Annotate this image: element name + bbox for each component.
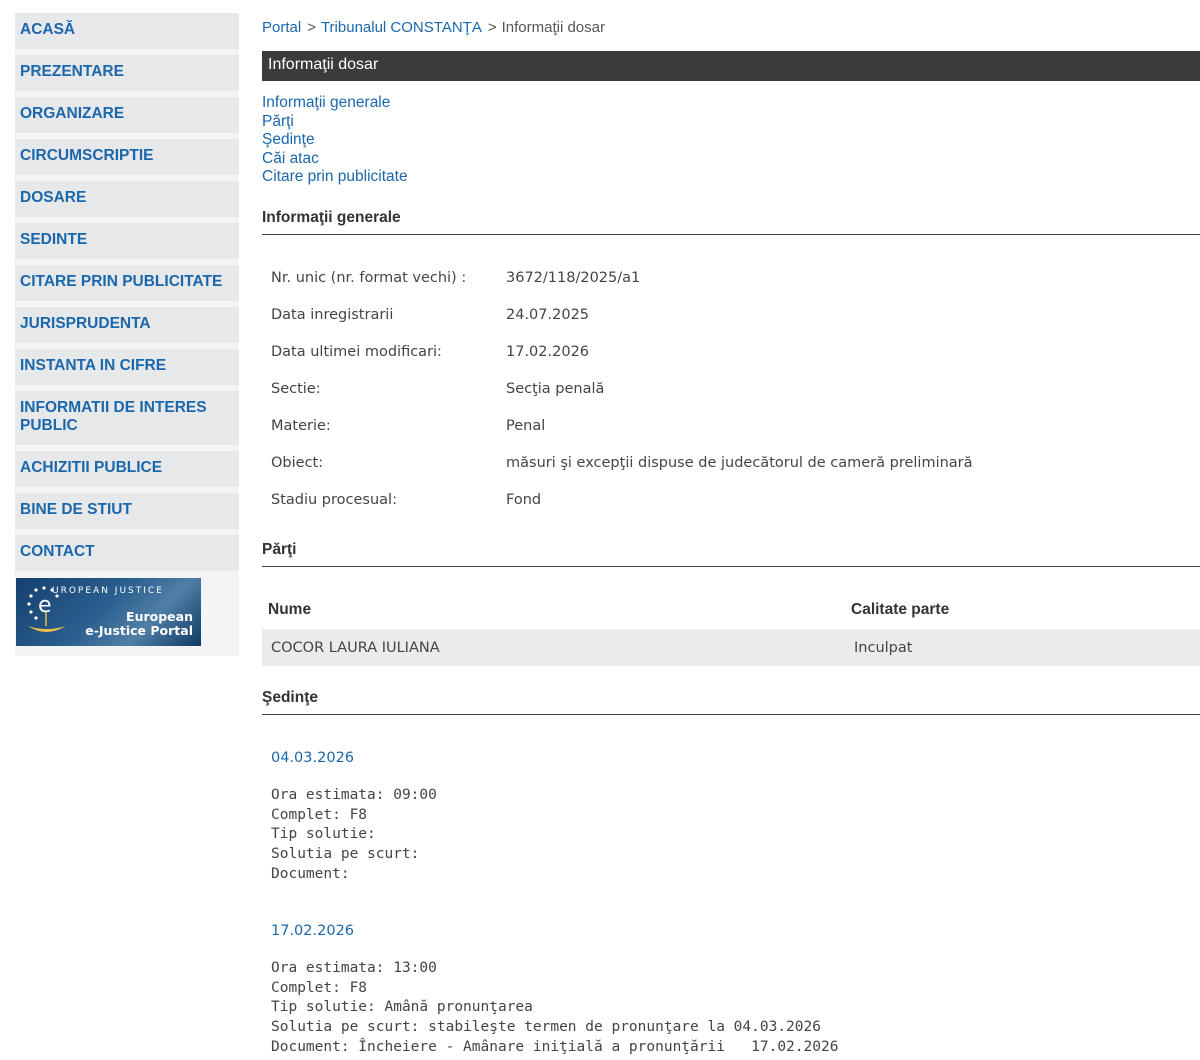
info-value: 24.07.2025 (506, 307, 590, 323)
info-value: Secţia penală (506, 381, 605, 397)
sidebar-item-sedinte[interactable]: SEDINTE (15, 223, 239, 259)
hearing-details: Ora estimata: 13:00 Complet: F8 Tip solu… (271, 959, 838, 1057)
info-label: Obiect: (271, 455, 324, 471)
hearing-detail-line: Complet: F8 (271, 979, 368, 996)
page-title: Informaţii dosar (262, 51, 1200, 81)
info-value: 17.02.2026 (506, 344, 590, 360)
info-label: Data inregistrarii (271, 307, 394, 323)
breadcrumb-current: Informaţii dosar (501, 19, 605, 36)
sidebar-item-dosare[interactable]: DOSARE (15, 181, 239, 217)
link-informatii-generale[interactable]: Informaţii generale (262, 94, 408, 113)
party-role: Inculpat (854, 640, 913, 656)
table-row: COCOR LAURA IULIANA Inculpat (262, 629, 1200, 666)
hearing-detail-line: Document: (271, 865, 350, 882)
hearing-detail-line: Tip solutie: (271, 826, 376, 843)
info-label: Stadiu procesual: (271, 492, 397, 508)
info-value: Fond (506, 492, 542, 508)
link-citare-prin-publicitate[interactable]: Citare prin publicitate (262, 168, 408, 187)
hearing-detail-line: Ora estimata: 09:00 (271, 787, 437, 803)
hearing-detail-line: Ora estimata: 13:00 (271, 960, 437, 976)
sidebar-item-prezentare[interactable]: PREZENTARE (15, 55, 239, 91)
link-cai-atac[interactable]: Căi atac (262, 150, 408, 169)
sidebar-item-citare-prin-publicitate[interactable]: CITARE PRIN PUBLICITATE (15, 265, 239, 301)
sidebar-item-circumscriptie[interactable]: CIRCUMSCRIPTIE (15, 139, 239, 175)
parties-column-role: Calitate parte (851, 601, 950, 618)
sidebar-item-acasa[interactable]: ACASĂ (15, 13, 239, 49)
link-sedinte[interactable]: Şedinţe (262, 131, 408, 150)
hearing-detail-line: Complet: F8 (271, 806, 368, 823)
breadcrumb-portal-link[interactable]: Portal (262, 19, 301, 36)
sidebar-item-instanta-in-cifre[interactable]: INSTANTA IN CIFRE (15, 349, 239, 385)
sidebar-item-achizitii-publice[interactable]: ACHIZITII PUBLICE (15, 451, 239, 487)
hearing-detail-line: Solutia pe scurt: (271, 846, 420, 863)
european-ejustice-portal-logo[interactable]: e UROPEAN JUSTICE European e-Justice Por… (16, 578, 201, 646)
section-heading-sedinte: Şedinţe (262, 689, 1200, 715)
info-value: 3672/118/2025/a1 (506, 270, 641, 286)
sidebar-item-contact[interactable]: CONTACT (15, 535, 239, 571)
breadcrumb: Portal > Tribunalul CONSTANŢA > Informaţii d… (262, 19, 605, 36)
hearing-date-link[interactable]: 17.02.2026 (271, 923, 354, 939)
parties-column-name: Nume (268, 601, 312, 618)
section-links: Informaţii generale Părţi Şedinţe Căi at… (262, 94, 408, 187)
sidebar-item-jurisprudenta[interactable]: JURISPRUDENTA (15, 307, 239, 343)
breadcrumb-court-link[interactable]: Tribunalul CONSTANŢA (321, 19, 482, 36)
section-heading-informatii-generale: Informaţii generale (262, 209, 1200, 235)
info-value: Penal (506, 418, 546, 434)
party-name: COCOR LAURA IULIANA (271, 640, 440, 656)
info-label: Nr. unic (nr. format vechi) : (271, 270, 467, 286)
link-parti[interactable]: Părţi (262, 113, 408, 132)
logo-portal-text: European e-Justice Portal (85, 609, 193, 638)
hearing-details: Ora estimata: 09:00 Complet: F8 Tip solu… (271, 786, 437, 884)
breadcrumb-separator: > (487, 19, 497, 36)
logo-top-text: UROPEAN JUSTICE (52, 586, 164, 596)
svg-text:e: e (38, 593, 52, 618)
hearing-date-link[interactable]: 04.03.2026 (271, 750, 354, 766)
hearing-detail-line: Tip solutie: Amână pronunţarea (271, 999, 533, 1016)
sidebar-item-organizare[interactable]: ORGANIZARE (15, 97, 239, 133)
info-label: Data ultimei modificari: (271, 344, 442, 360)
info-label: Sectie: (271, 381, 321, 397)
breadcrumb-separator: > (307, 19, 316, 36)
sidebar-item-bine-de-stiut[interactable]: BINE DE STIUT (15, 493, 239, 529)
hearing-detail-line: Document: Încheiere - Amânare iniţială a… (271, 1038, 839, 1055)
info-label: Materie: (271, 418, 331, 434)
hearing-detail-line: Solutia pe scurt: stabileşte termen de p… (271, 1019, 821, 1036)
sidebar-item-informatii-de-interes-public[interactable]: INFORMATII DE INTERES PUBLIC (15, 391, 239, 445)
sidebar-nav: ACASĂ PREZENTARE ORGANIZARE CIRCUMSCRIPT… (15, 13, 239, 656)
info-value: măsuri şi excepţii dispuse de judecătoru… (506, 455, 973, 471)
section-heading-parti: Părţi (262, 541, 1200, 567)
